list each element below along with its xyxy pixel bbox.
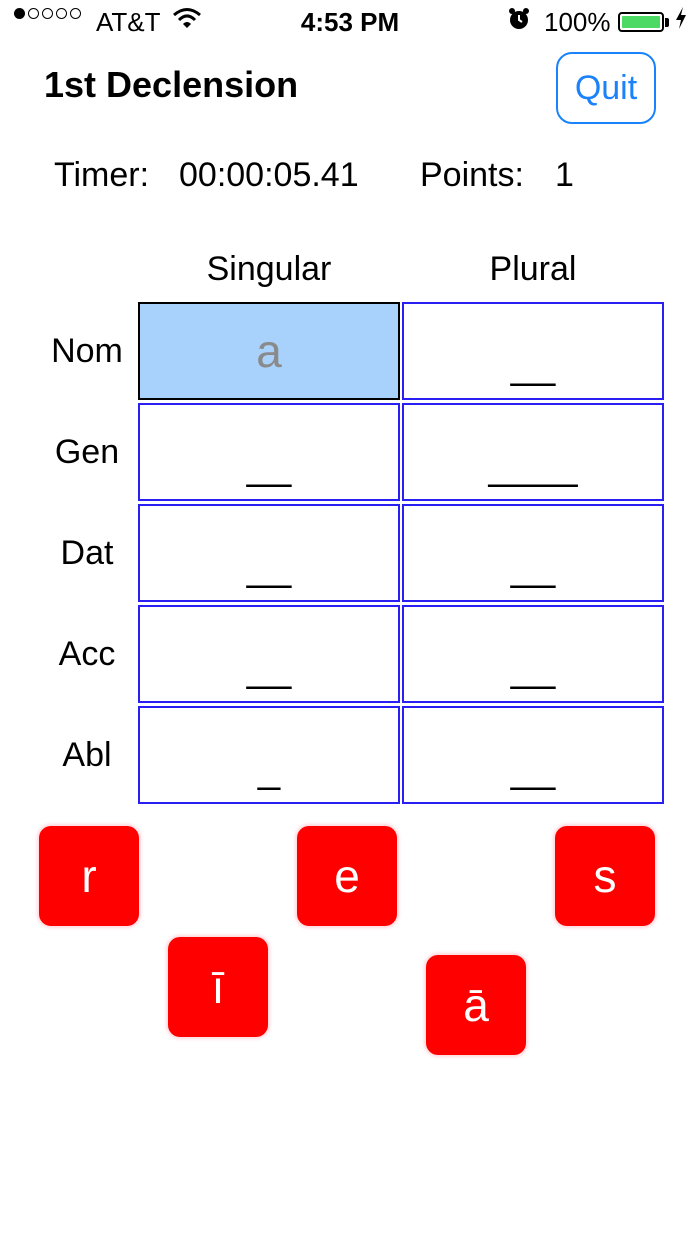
letter-tile-a-macron[interactable]: ā xyxy=(426,955,526,1055)
cell-acc-plural[interactable]: __ xyxy=(402,605,664,703)
letter-tile-i-macron[interactable]: ī xyxy=(168,937,268,1037)
column-header-singular: Singular xyxy=(206,250,332,288)
cell-abl-singular[interactable]: _ xyxy=(138,706,400,804)
letter-tile-e[interactable]: e xyxy=(297,826,397,926)
points-value: 1 xyxy=(555,156,574,194)
cell-dat-singular[interactable]: __ xyxy=(138,504,400,602)
cell-abl-plural[interactable]: __ xyxy=(402,706,664,804)
row-header-acc: Acc xyxy=(58,635,116,673)
row-header-abl: Abl xyxy=(62,736,112,774)
cell-gen-plural[interactable]: ____ xyxy=(402,403,664,501)
alarm-clock-icon xyxy=(506,6,532,39)
row-header-gen: Gen xyxy=(54,433,120,471)
cell-dat-plural[interactable]: __ xyxy=(402,504,664,602)
letter-tile-s[interactable]: s xyxy=(555,826,655,926)
timer-value: 00:00:05.41 xyxy=(179,156,359,194)
cell-gen-singular[interactable]: __ xyxy=(138,403,400,501)
status-bar: AT&T 4:53 PM 100% xyxy=(0,0,700,44)
cell-nom-plural[interactable]: __ xyxy=(402,302,664,400)
battery-percentage: 100% xyxy=(544,7,611,37)
charging-bolt-icon xyxy=(674,6,688,37)
column-header-plural: Plural xyxy=(489,250,577,288)
row-header-nom: Nom xyxy=(51,332,123,370)
battery-tip-icon xyxy=(665,18,669,27)
timer-label: Timer: xyxy=(54,156,150,194)
page-title: 1st Declension xyxy=(44,64,299,105)
row-header-dat: Dat xyxy=(60,534,114,572)
letter-tile-r[interactable]: r xyxy=(39,826,139,926)
battery-icon xyxy=(618,12,664,32)
quit-button[interactable]: Quit xyxy=(556,52,656,124)
points-label: Points: xyxy=(420,156,524,194)
cell-nom-singular[interactable]: a xyxy=(138,302,400,400)
cell-acc-singular[interactable]: __ xyxy=(138,605,400,703)
